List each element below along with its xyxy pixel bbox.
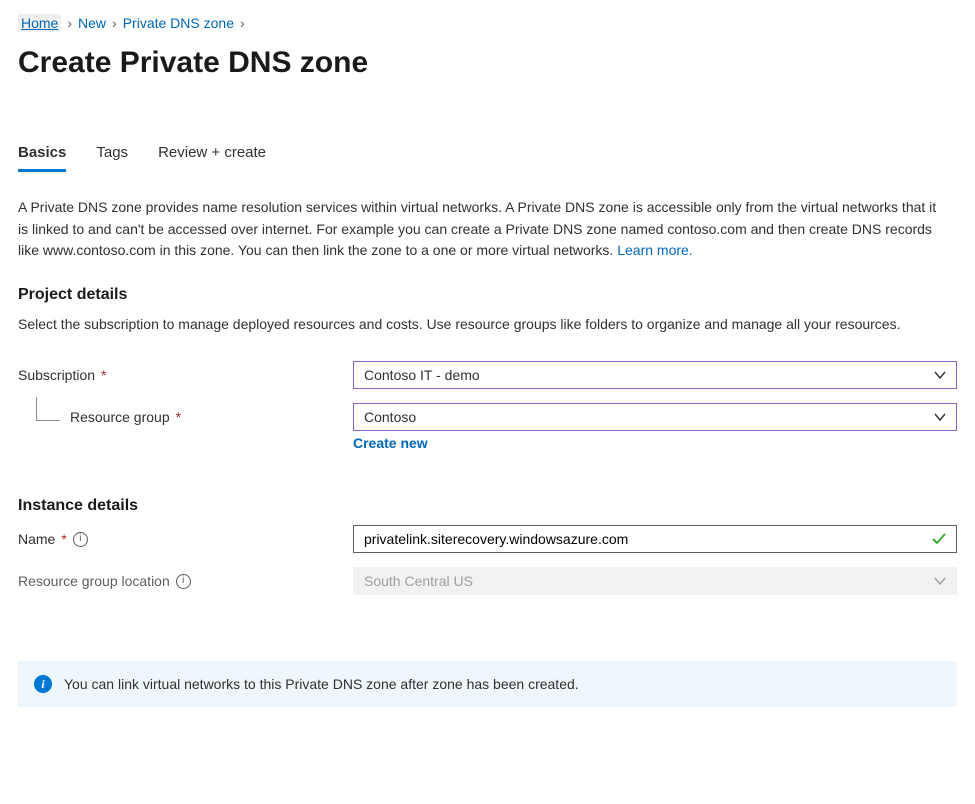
breadcrumb-private-dns-zone[interactable]: Private DNS zone xyxy=(123,15,234,31)
info-bar-text: You can link virtual networks to this Pr… xyxy=(64,676,579,692)
tab-basics[interactable]: Basics xyxy=(18,144,66,172)
info-icon[interactable]: i xyxy=(73,532,88,547)
project-details-heading: Project details xyxy=(18,286,957,304)
tab-review-create[interactable]: Review + create xyxy=(158,144,266,172)
subscription-value: Contoso IT - demo xyxy=(364,367,480,383)
instance-details-heading: Instance details xyxy=(18,497,957,515)
chevron-right-icon: › xyxy=(67,15,72,31)
subscription-select[interactable]: Contoso IT - demo xyxy=(353,361,957,389)
breadcrumb-new[interactable]: New xyxy=(78,15,106,31)
name-field: Name * i xyxy=(18,525,957,553)
breadcrumb-home[interactable]: Home xyxy=(18,14,61,32)
create-new-row: Create new xyxy=(18,435,957,451)
learn-more-link[interactable]: Learn more. xyxy=(617,242,692,258)
page-title: Create Private DNS zone xyxy=(18,46,957,80)
create-new-link[interactable]: Create new xyxy=(353,435,428,451)
tab-tags[interactable]: Tags xyxy=(96,144,128,172)
resource-group-label: Resource group xyxy=(70,409,170,425)
breadcrumb: Home › New › Private DNS zone › xyxy=(18,14,957,32)
chevron-down-icon xyxy=(934,411,946,423)
resource-group-value: Contoso xyxy=(364,409,416,425)
location-field: Resource group location i South Central … xyxy=(18,567,957,595)
subscription-field: Subscription * Contoso IT - demo xyxy=(18,361,957,389)
info-icon: i xyxy=(34,675,52,693)
tree-connector-icon xyxy=(36,397,60,421)
name-label: Name xyxy=(18,531,55,547)
location-value: South Central US xyxy=(364,573,473,589)
intro-text: A Private DNS zone provides name resolut… xyxy=(18,197,948,262)
required-asterisk: * xyxy=(176,409,181,425)
tab-bar: Basics Tags Review + create xyxy=(18,144,957,173)
checkmark-icon xyxy=(931,531,947,547)
name-input[interactable] xyxy=(353,525,957,553)
intro-body: A Private DNS zone provides name resolut… xyxy=(18,199,936,258)
required-asterisk: * xyxy=(61,531,66,547)
chevron-right-icon: › xyxy=(240,15,245,31)
info-bar: i You can link virtual networks to this … xyxy=(18,661,957,707)
subscription-label: Subscription xyxy=(18,367,95,383)
resource-group-field: Resource group * Contoso xyxy=(18,403,957,431)
chevron-down-icon xyxy=(934,369,946,381)
location-select: South Central US xyxy=(353,567,957,595)
location-label: Resource group location xyxy=(18,573,170,589)
chevron-down-icon xyxy=(934,575,946,587)
chevron-right-icon: › xyxy=(112,15,117,31)
resource-group-select[interactable]: Contoso xyxy=(353,403,957,431)
project-details-sub: Select the subscription to manage deploy… xyxy=(18,314,957,335)
required-asterisk: * xyxy=(101,367,106,383)
info-icon[interactable]: i xyxy=(176,574,191,589)
